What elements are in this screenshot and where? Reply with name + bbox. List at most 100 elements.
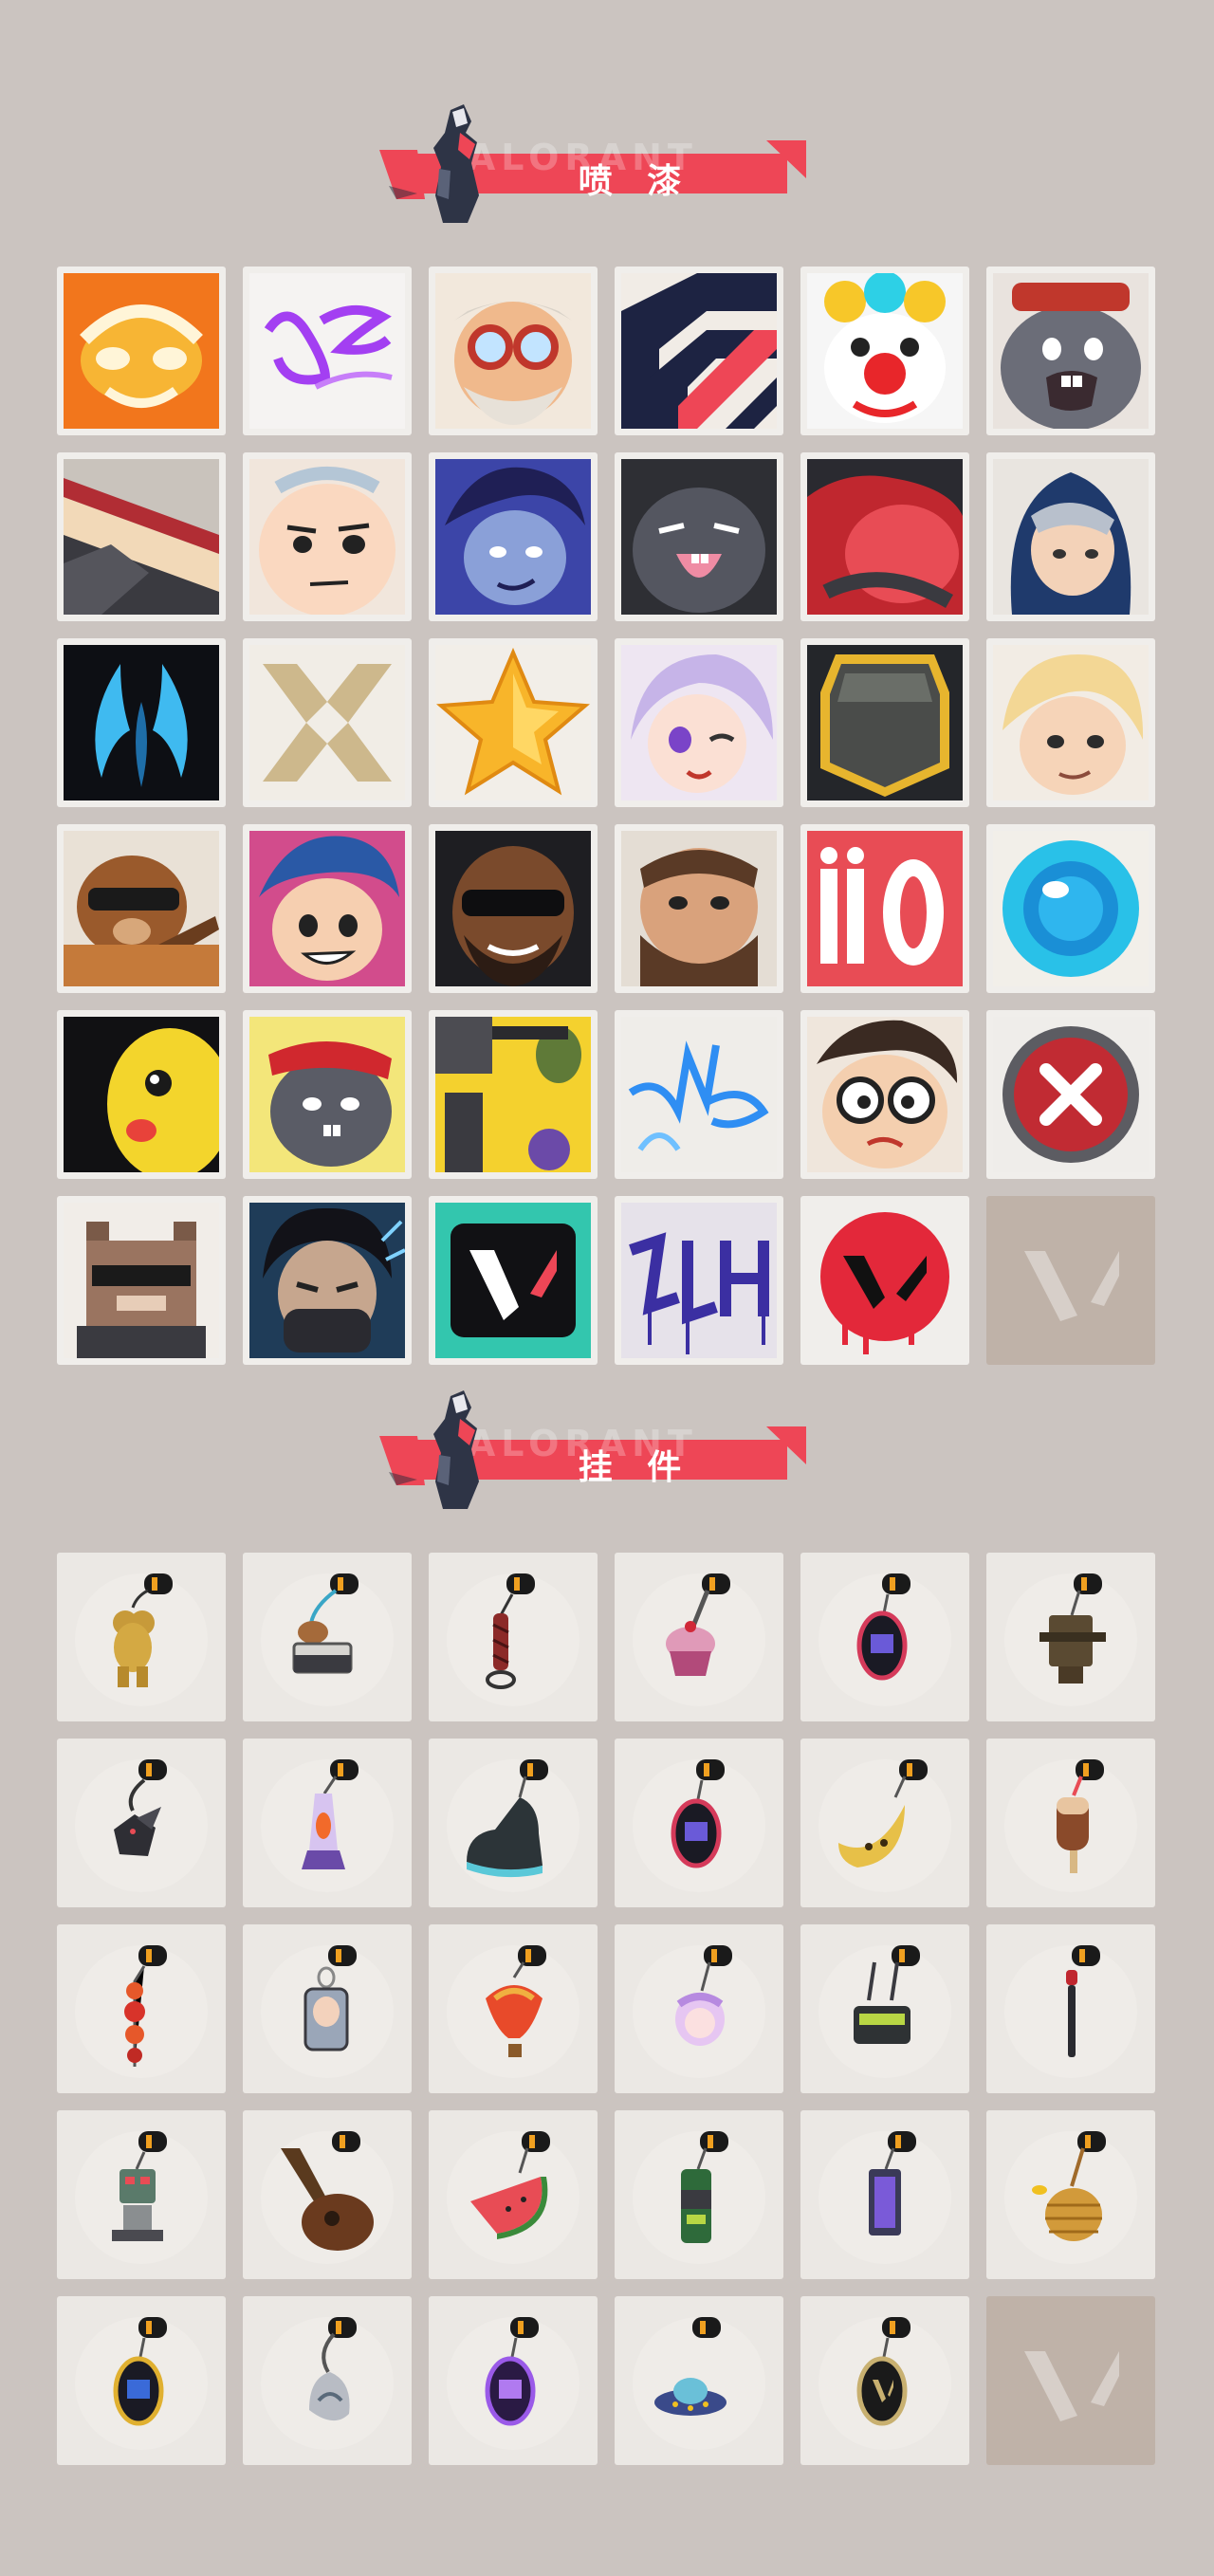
watermelon-slice-charm-icon xyxy=(447,2131,579,2264)
charm-tile[interactable] xyxy=(57,1739,226,1907)
charm-tile[interactable] xyxy=(615,1739,783,1907)
spray-tile[interactable] xyxy=(800,824,969,993)
spray-tile[interactable] xyxy=(615,824,783,993)
blue-neon-graffiti-spray-icon xyxy=(621,1017,777,1172)
gold-bear-charm-icon xyxy=(75,1573,208,1706)
charm-tile[interactable] xyxy=(57,1553,226,1721)
teal-v-logo-spray-icon xyxy=(435,1203,591,1358)
spray-tile[interactable] xyxy=(800,638,969,807)
charm-tile[interactable] xyxy=(57,1924,226,2093)
smirking-agent-spray-icon xyxy=(435,459,591,615)
spray-tile[interactable] xyxy=(429,638,598,807)
masked-agent-spray-icon xyxy=(249,1203,405,1358)
ii0-text-spray-icon xyxy=(807,831,963,986)
spray-tile[interactable] xyxy=(615,267,783,435)
radio-device-charm-icon xyxy=(1004,1573,1137,1706)
spray-tile[interactable] xyxy=(615,452,783,621)
charm-tile[interactable] xyxy=(800,2296,969,2465)
hot-air-balloon-charm-icon xyxy=(447,1945,579,2078)
spray-tile[interactable] xyxy=(986,638,1155,807)
spray-tile[interactable] xyxy=(57,824,226,993)
charm-tile[interactable] xyxy=(243,1924,412,2093)
spray-tile[interactable] xyxy=(57,638,226,807)
gadgets-collage-spray-icon xyxy=(435,1017,591,1172)
green-device-charm-icon xyxy=(819,1945,951,2078)
charm-tile[interactable] xyxy=(986,1739,1155,1907)
charm-tile[interactable] xyxy=(57,2296,226,2465)
spray-tile[interactable] xyxy=(800,1010,969,1179)
agent-figure-icon xyxy=(433,104,479,223)
charm-tile[interactable] xyxy=(615,1924,783,2093)
charm-tile[interactable] xyxy=(800,2110,969,2279)
charm-tile[interactable] xyxy=(986,1553,1155,1721)
spray-tile[interactable] xyxy=(429,1196,598,1365)
charm-tile[interactable] xyxy=(800,1924,969,2093)
glasses-agent-spray-icon xyxy=(807,1017,963,1172)
charm-tile[interactable] xyxy=(57,2110,226,2279)
bearded-agent-spray-icon xyxy=(621,831,777,986)
spray-tile[interactable] xyxy=(986,1010,1155,1179)
empty-slot-tile xyxy=(986,1196,1155,1365)
spray-tile[interactable] xyxy=(986,267,1155,435)
spray-tile[interactable] xyxy=(800,267,969,435)
red-beads-charm-icon xyxy=(75,1945,208,2078)
charm-tile[interactable] xyxy=(429,2296,598,2465)
spray-tile[interactable] xyxy=(429,267,598,435)
dragon-charm-icon xyxy=(75,1759,208,1892)
red-blob-closeup-spray-icon xyxy=(807,459,963,615)
charm-tile[interactable] xyxy=(986,2110,1155,2279)
soda-can-charm-icon xyxy=(633,2131,765,2264)
spray-tile[interactable] xyxy=(429,452,598,621)
purple-graffiti-tag-spray-icon xyxy=(249,273,405,429)
spray-tile[interactable] xyxy=(243,824,412,993)
cake-slice-spray-icon xyxy=(64,459,219,615)
laughing-gray-blob-spray-icon xyxy=(621,459,777,615)
charm-tile[interactable] xyxy=(986,1924,1155,2093)
yellow-creature-spray-icon xyxy=(64,1017,219,1172)
spray-tile[interactable] xyxy=(243,452,412,621)
spray-tile[interactable] xyxy=(429,1010,598,1179)
charm-tile[interactable] xyxy=(615,2296,783,2465)
charms-grid xyxy=(57,1553,1155,2465)
charm-tile[interactable] xyxy=(243,1739,412,1907)
charm-tile[interactable] xyxy=(429,1924,598,2093)
cupcake-charm-icon xyxy=(633,1573,765,1706)
charm-tile[interactable] xyxy=(615,1553,783,1721)
spray-tile[interactable] xyxy=(243,638,412,807)
spray-tile[interactable] xyxy=(986,452,1155,621)
empty-slot-tile xyxy=(986,2296,1155,2465)
blonde-agent-spray-icon xyxy=(993,645,1149,800)
charm-tile[interactable] xyxy=(800,1553,969,1721)
charm-tile[interactable] xyxy=(243,2110,412,2279)
microphone-charm-icon xyxy=(1004,1945,1137,2078)
spray-tile[interactable] xyxy=(57,1196,226,1365)
charm-tile[interactable] xyxy=(243,1553,412,1721)
spray-tile[interactable] xyxy=(57,267,226,435)
spray-tile[interactable] xyxy=(986,824,1155,993)
gold-x-logo-spray-icon xyxy=(249,645,405,800)
charm-tile[interactable] xyxy=(429,1739,598,1907)
spray-tile[interactable] xyxy=(243,1010,412,1179)
charm-tile[interactable] xyxy=(429,1553,598,1721)
episode-8-medallion-charm-icon xyxy=(447,2317,579,2450)
section-title: 喷 漆 xyxy=(578,162,693,201)
beehive-charm-icon xyxy=(1004,2131,1137,2264)
spray-tile[interactable] xyxy=(57,1010,226,1179)
spray-tile[interactable] xyxy=(615,1010,783,1179)
spray-tile[interactable] xyxy=(800,1196,969,1365)
spray-tile[interactable] xyxy=(243,267,412,435)
charm-tile[interactable] xyxy=(800,1739,969,1907)
charm-tile[interactable] xyxy=(243,2296,412,2465)
spray-tile[interactable] xyxy=(615,638,783,807)
charm-tile[interactable] xyxy=(615,2110,783,2279)
spray-tile[interactable] xyxy=(57,452,226,621)
clown-face-spray-icon xyxy=(807,273,963,429)
lute-charm-icon xyxy=(261,2131,394,2264)
charm-tile[interactable] xyxy=(429,2110,598,2279)
spray-tile[interactable] xyxy=(429,824,598,993)
spray-tile[interactable] xyxy=(800,452,969,621)
spray-tile[interactable] xyxy=(615,1196,783,1365)
spray-tile[interactable] xyxy=(243,1196,412,1365)
red-x-button-spray-icon xyxy=(993,1017,1149,1172)
v-logo-medallion-charm-icon xyxy=(819,2317,951,2450)
